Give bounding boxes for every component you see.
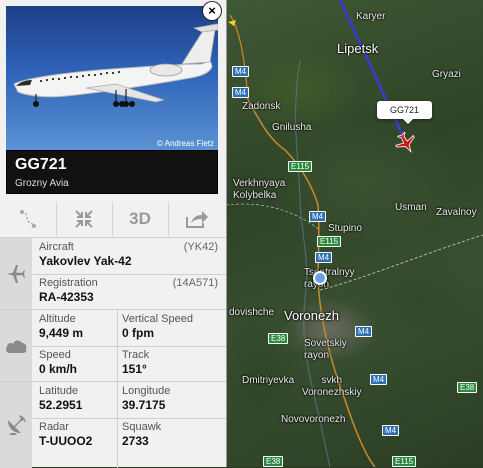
road-badge-e115: E115 bbox=[392, 456, 417, 467]
track-cell: Track 151° bbox=[122, 349, 149, 377]
aircraft-label: Aircraft bbox=[39, 241, 74, 253]
road-badge-m4: M4 bbox=[309, 211, 327, 222]
radar-value: T-UUOO2 bbox=[39, 434, 93, 448]
map-label-verkhnyaya-kolybelka: Verkhnyaya Kolybelka bbox=[233, 178, 286, 201]
road-badge-e38: E38 bbox=[263, 456, 284, 467]
track-value: 151° bbox=[122, 362, 147, 376]
cloud-icon bbox=[6, 340, 27, 353]
aircraft-photo: © Andreas Fietz bbox=[6, 6, 218, 150]
longitude-label: Longitude bbox=[122, 385, 171, 397]
radar-section-icon-wrap bbox=[0, 382, 32, 468]
weather-section-icon-wrap bbox=[0, 310, 32, 382]
map-label-tsentralnyy-rayon: Tsentralnyy rayon bbox=[304, 267, 355, 290]
map-label-gryazi: Gryazi bbox=[432, 69, 461, 80]
aircraft-value: Yakovlev Yak-42 bbox=[39, 254, 132, 268]
road-badge-m4: M4 bbox=[315, 252, 333, 263]
divider bbox=[32, 346, 226, 347]
map-label-usman: Usman bbox=[395, 202, 427, 213]
divider bbox=[117, 382, 118, 468]
radar-cell: Radar T-UUOO2 bbox=[39, 421, 92, 449]
vertical-speed-cell: Vertical Speed 0 fpm bbox=[122, 313, 193, 341]
divider bbox=[32, 274, 226, 275]
photo-credit: © Andreas Fietz bbox=[156, 139, 214, 148]
radar-label: Radar bbox=[39, 421, 69, 433]
road-badge-e38: E38 bbox=[457, 382, 478, 393]
map-label-gnilusha: Gnilusha bbox=[272, 122, 312, 133]
map-label-dovishche: dovishche bbox=[229, 307, 275, 318]
registration-cell: Registration RA-42353 bbox=[39, 277, 98, 305]
3d-view-button[interactable]: 3D bbox=[112, 202, 169, 236]
speed-value: 0 km/h bbox=[39, 362, 78, 376]
flight-number: GG721 bbox=[15, 156, 67, 173]
vertical-speed-label: Vertical Speed bbox=[122, 313, 193, 325]
position-section: Latitude 52.2951 Longitude 39.7175 Radar… bbox=[0, 381, 226, 468]
map-label-novovoronezh: Novovoronezh bbox=[281, 414, 346, 425]
speed-cell: Speed 0 km/h bbox=[39, 349, 77, 377]
registration-label: Registration bbox=[39, 277, 98, 289]
aircraft-code: (YK42) bbox=[183, 241, 218, 253]
squawk-value: 2733 bbox=[122, 434, 149, 448]
registration-code: (14A571) bbox=[172, 277, 218, 289]
vertical-speed-value: 0 fpm bbox=[122, 326, 155, 340]
altitude-label: Altitude bbox=[39, 313, 76, 325]
latitude-label: Latitude bbox=[39, 385, 79, 397]
road-badge-m4: M4 bbox=[232, 66, 250, 77]
airline-name: Grozny Avia bbox=[15, 178, 69, 189]
map-label-stupino: Stupino bbox=[328, 223, 362, 234]
altitude-value: 9,449 m bbox=[39, 326, 84, 340]
squawk-cell: Squawk 2733 bbox=[122, 421, 161, 449]
road-badge-m4: M4 bbox=[232, 87, 250, 98]
altitude-cell: Altitude 9,449 m bbox=[39, 313, 83, 341]
longitude-value: 39.7175 bbox=[122, 398, 166, 412]
flight-info-panel: © Andreas Fietz × GG721 Grozny Avia 3D A… bbox=[0, 0, 227, 468]
flight-header: GG721 Grozny Avia bbox=[6, 150, 218, 194]
collapse-button[interactable] bbox=[56, 202, 113, 236]
aircraft-section: Aircraft Yakovlev Yak-42 (YK42) Registra… bbox=[0, 237, 226, 310]
collapse-icon bbox=[75, 210, 93, 228]
map-label-zavalnoy: Zavalnoy bbox=[436, 207, 477, 218]
road-badge-m4: M4 bbox=[382, 425, 400, 436]
map-label-karyer: Karyer bbox=[356, 11, 386, 22]
airplane-icon bbox=[7, 265, 25, 283]
map-label-zadonsk: Zadonsk bbox=[242, 101, 281, 112]
aircraft-cell: Aircraft Yakovlev Yak-42 bbox=[39, 241, 132, 269]
map-label-sovetskiy-rayon: Sovetskiy rayon bbox=[304, 338, 347, 361]
registration-value: RA-42353 bbox=[39, 290, 94, 304]
route-icon bbox=[20, 210, 36, 228]
location-pin-icon[interactable] bbox=[313, 271, 327, 285]
share-button[interactable] bbox=[168, 202, 226, 236]
map-label-voronezh: Voronezh bbox=[284, 308, 339, 323]
road-badge-e115: E115 bbox=[288, 161, 313, 172]
road-badge-m4: M4 bbox=[370, 374, 388, 385]
road-badge-e38: E38 bbox=[268, 333, 289, 344]
aircraft-section-icon-wrap bbox=[0, 238, 32, 310]
panel-toolbar: 3D bbox=[0, 202, 226, 236]
close-button[interactable]: × bbox=[203, 2, 221, 20]
share-icon bbox=[186, 211, 208, 228]
map-label-dmitriyevka: Dmitriyevka bbox=[242, 375, 295, 386]
squawk-label: Squawk bbox=[122, 421, 162, 433]
map-label-lipetsk: Lipetsk bbox=[337, 41, 379, 56]
road-badge-e115: E115 bbox=[317, 236, 342, 247]
map-label-voronezhskiy: svkh Voronezhskiy bbox=[302, 375, 362, 398]
speed-label: Speed bbox=[39, 349, 71, 361]
latitude-cell: Latitude 52.2951 bbox=[39, 385, 82, 413]
latitude-value: 52.2951 bbox=[39, 398, 83, 412]
road-badge-m4: M4 bbox=[355, 326, 373, 337]
longitude-cell: Longitude 39.7175 bbox=[122, 385, 170, 413]
satellite-dish-icon bbox=[8, 415, 26, 435]
flight-callout-label[interactable]: GG721 bbox=[377, 101, 433, 124]
aircraft-marker-icon bbox=[395, 131, 415, 154]
flight-data-section: Altitude 9,449 m Vertical Speed 0 fpm Sp… bbox=[0, 309, 226, 382]
track-label: Track bbox=[122, 349, 150, 361]
divider bbox=[32, 418, 226, 419]
show-route-button[interactable] bbox=[0, 202, 57, 236]
aircraft-photo-image bbox=[13, 23, 218, 107]
